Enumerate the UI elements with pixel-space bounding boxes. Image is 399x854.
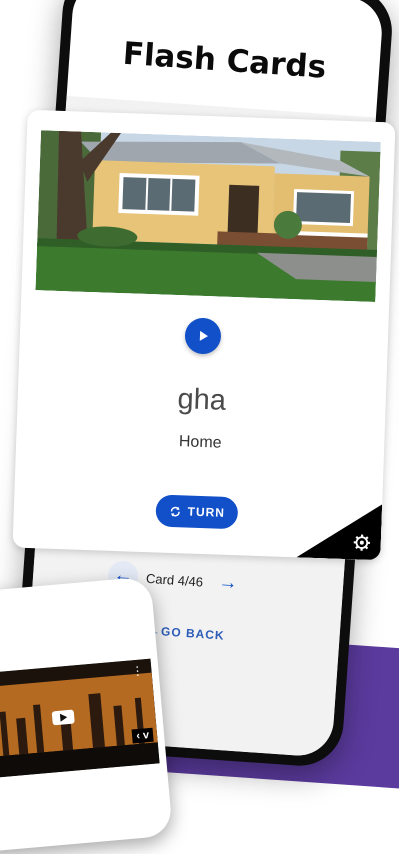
turn-icon	[168, 504, 181, 517]
play-icon	[196, 329, 210, 343]
video-player[interactable]: ⋮ ‹ v	[0, 659, 160, 778]
turn-button[interactable]: TURN	[155, 494, 238, 529]
video-play-button[interactable]	[52, 710, 75, 726]
play-icon	[59, 713, 68, 722]
video-menu-icon[interactable]: ⋮	[131, 663, 144, 678]
flash-card[interactable]: gha Home TURN	[12, 110, 395, 561]
play-audio-button[interactable]	[184, 317, 221, 354]
arrow-right-icon: →	[218, 572, 238, 595]
card-word: gha	[17, 378, 386, 424]
house-photo	[35, 130, 380, 302]
card-meaning: Home	[16, 428, 384, 459]
settings-icon[interactable]	[353, 533, 372, 552]
next-card-button[interactable]: →	[212, 567, 244, 599]
card-counter: Card 4/46	[146, 570, 204, 589]
turn-label: TURN	[187, 505, 225, 520]
app-title: Flash Cards	[69, 32, 381, 90]
second-phone: ⋮ ‹ v	[0, 576, 173, 853]
vimeo-icon[interactable]: ‹ v	[132, 728, 154, 744]
